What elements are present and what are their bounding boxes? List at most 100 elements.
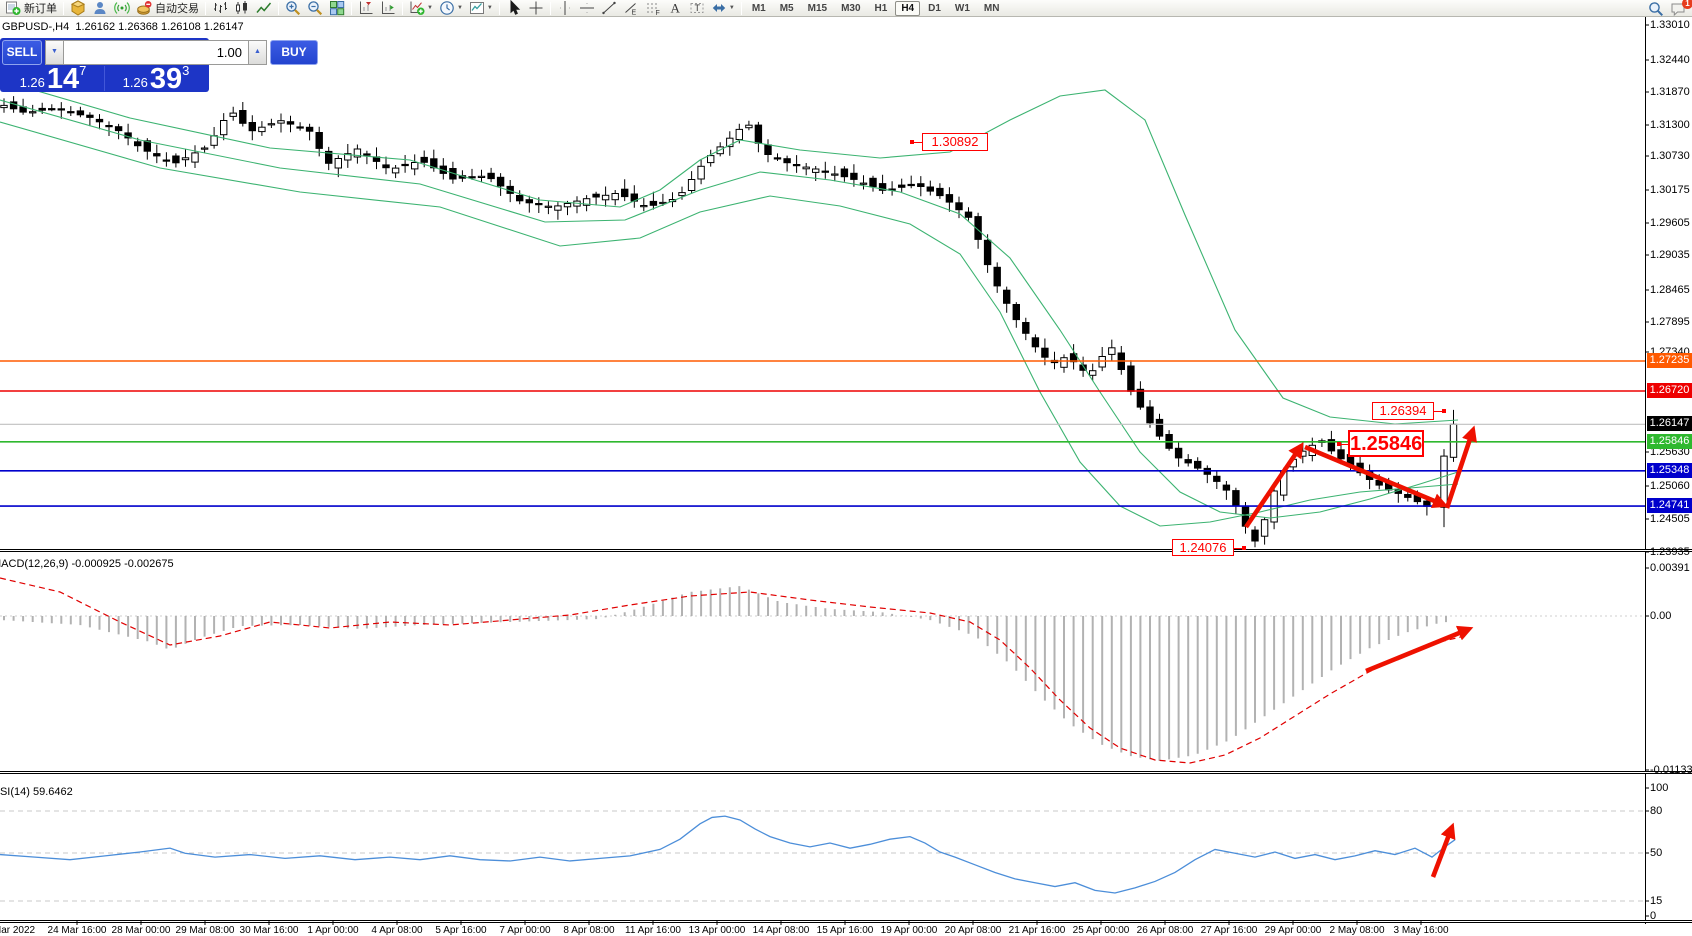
candles-chart-icon bbox=[234, 0, 250, 16]
toolbar-separator bbox=[63, 2, 64, 15]
auto-scroll-icon bbox=[380, 0, 396, 16]
zoom-out-button[interactable] bbox=[304, 0, 326, 16]
community-icon bbox=[92, 0, 108, 16]
price-annotation-label[interactable]: 1.25846 bbox=[1348, 430, 1424, 457]
price-level-label[interactable]: 1.25846 bbox=[1647, 434, 1692, 449]
toolbar-separator bbox=[741, 2, 742, 15]
price-annotation-label[interactable]: 1.24076 bbox=[1172, 539, 1234, 556]
price-level-label[interactable]: 1.26147 bbox=[1647, 416, 1692, 431]
toolbar-separator bbox=[205, 2, 206, 15]
fibo-icon: E bbox=[623, 0, 639, 16]
volume-input[interactable] bbox=[64, 40, 248, 65]
rsi-label: RSI(14) 59.6462 bbox=[0, 786, 73, 798]
price-level-label[interactable]: 1.26720 bbox=[1647, 383, 1692, 398]
vertical-line-button[interactable] bbox=[554, 0, 576, 16]
timeframe-m1-button[interactable]: M1 bbox=[746, 1, 772, 16]
tile-windows-icon bbox=[329, 0, 345, 16]
channel-icon: F bbox=[645, 0, 661, 16]
new-order-icon bbox=[5, 0, 21, 16]
chart-canvas[interactable] bbox=[0, 0, 1692, 936]
timeframe-m5-button[interactable]: M5 bbox=[774, 1, 800, 16]
auto-trading-button[interactable]: 自动交易 bbox=[133, 0, 202, 16]
templates-icon bbox=[469, 0, 485, 16]
notification-badge: 1 bbox=[1682, 0, 1692, 9]
toolbar-separator bbox=[402, 2, 403, 15]
label-icon: T bbox=[689, 0, 705, 16]
sell-button[interactable]: SELL bbox=[2, 40, 42, 65]
toolbar-separator bbox=[351, 2, 352, 15]
arrows-button[interactable]: ▼ bbox=[708, 0, 738, 16]
indicators-button[interactable]: ▼ bbox=[406, 0, 436, 16]
bar-chart-button[interactable] bbox=[209, 0, 231, 16]
crosshair-button[interactable] bbox=[525, 0, 547, 16]
timeframe-m30-button[interactable]: M30 bbox=[835, 1, 866, 16]
indicators-icon bbox=[409, 0, 425, 16]
price-level-label[interactable]: 1.27235 bbox=[1647, 353, 1692, 368]
timeframe-w1-button[interactable]: W1 bbox=[949, 1, 976, 16]
timeframe-h1-button[interactable]: H1 bbox=[869, 1, 894, 16]
signals-icon bbox=[114, 0, 130, 16]
price-level-label[interactable]: 1.24741 bbox=[1647, 498, 1692, 513]
toolbar-separator bbox=[278, 2, 279, 15]
text-button[interactable]: A bbox=[664, 0, 686, 16]
hline-icon bbox=[579, 0, 595, 16]
chat-icon[interactable]: 1 bbox=[1667, 1, 1689, 17]
line-chart-button[interactable] bbox=[253, 0, 275, 16]
mt4-terminal: 新订单 自动交易 ▼ ▼ ▼ E F A T ▼ M1M5M15M30H1H4D1W1MN 1 G… bbox=[0, 0, 1692, 936]
candlestick-chart-button[interactable] bbox=[231, 0, 253, 16]
crosshair-icon bbox=[528, 0, 544, 16]
line-chart-icon bbox=[256, 0, 272, 16]
svg-text:T: T bbox=[694, 3, 700, 13]
macd-label: MACD(12,26,9) -0.000925 -0.002675 bbox=[0, 558, 174, 570]
cursor-button[interactable] bbox=[503, 0, 525, 16]
auto-scroll-button[interactable] bbox=[377, 0, 399, 16]
timeframe-h4-button[interactable]: H4 bbox=[895, 1, 920, 16]
timeframe-d1-button[interactable]: D1 bbox=[922, 1, 947, 16]
vline-icon bbox=[557, 0, 573, 16]
svg-text:F: F bbox=[655, 10, 659, 16]
price-level-label[interactable]: 1.25348 bbox=[1647, 463, 1692, 478]
zoom-in-icon bbox=[285, 0, 301, 16]
horizontal-line-button[interactable] bbox=[576, 0, 598, 16]
volume-increase-button[interactable]: ▲ bbox=[248, 40, 267, 65]
toolbar: 新订单 自动交易 ▼ ▼ ▼ E F A T ▼ M1M5M15M30H1H4D1W1MN 1 bbox=[0, 0, 1692, 17]
chart-shift-button[interactable] bbox=[355, 0, 377, 16]
price-annotation-label[interactable]: 1.26394 bbox=[1372, 402, 1434, 420]
zoom-in-button[interactable] bbox=[282, 0, 304, 16]
text-label-button[interactable]: T bbox=[686, 0, 708, 16]
timeframe-mn-button[interactable]: MN bbox=[978, 1, 1006, 16]
bars-chart-icon bbox=[212, 0, 228, 16]
channel-button[interactable]: F bbox=[642, 0, 664, 16]
signals-button[interactable] bbox=[111, 0, 133, 16]
search-icon[interactable] bbox=[1645, 1, 1667, 17]
buy-button[interactable]: BUY bbox=[270, 40, 318, 65]
trendline-button[interactable] bbox=[598, 0, 620, 16]
chevron-down-icon: ▼ bbox=[729, 5, 735, 11]
cursor-icon bbox=[506, 0, 522, 16]
text-icon: A bbox=[667, 0, 683, 16]
chevron-down-icon: ▼ bbox=[457, 5, 463, 11]
templates-button[interactable]: ▼ bbox=[466, 0, 496, 16]
svg-text:E: E bbox=[631, 10, 636, 17]
sell-price[interactable]: 1.26 14 7 bbox=[2, 65, 104, 92]
toolbar-separator bbox=[499, 2, 500, 15]
timeframe-m15-button[interactable]: M15 bbox=[802, 1, 833, 16]
zoom-out-icon bbox=[307, 0, 323, 16]
periods-button[interactable]: ▼ bbox=[436, 0, 466, 16]
toolbar-separator bbox=[550, 2, 551, 15]
one-click-trading-panel: SELL ▼ ▲ BUY 1.26 14 7 1.26 39 3 bbox=[0, 38, 209, 92]
chevron-down-icon: ▼ bbox=[427, 5, 433, 11]
trendline-icon bbox=[601, 0, 617, 16]
fibonacci-button[interactable]: E bbox=[620, 0, 642, 16]
price-annotation-label[interactable]: 1.30892 bbox=[922, 133, 988, 151]
chevron-down-icon: ▼ bbox=[487, 5, 493, 11]
market-button[interactable] bbox=[67, 0, 89, 16]
autotrade-icon bbox=[136, 0, 152, 16]
tile-windows-button[interactable] bbox=[326, 0, 348, 16]
chart-shift-icon bbox=[358, 0, 374, 16]
new-order-button[interactable]: 新订单 bbox=[2, 0, 60, 16]
volume-decrease-button[interactable]: ▼ bbox=[45, 40, 64, 65]
chart-ohlc-line: GBPUSD-,H4 1.26162 1.26368 1.26108 1.261… bbox=[2, 21, 244, 33]
community-button[interactable] bbox=[89, 0, 111, 16]
buy-price[interactable]: 1.26 39 3 bbox=[105, 65, 207, 92]
